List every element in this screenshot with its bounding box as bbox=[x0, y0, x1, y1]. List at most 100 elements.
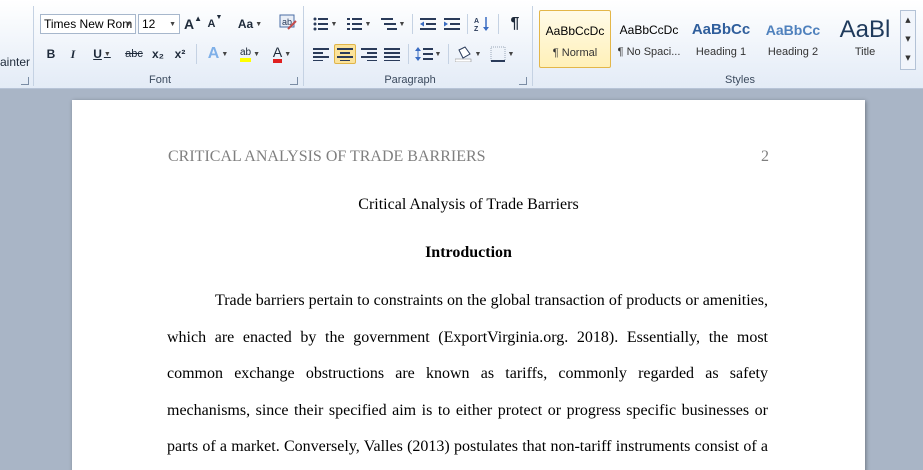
sort-icon: A Z bbox=[474, 17, 489, 32]
separator bbox=[408, 44, 409, 64]
ribbon: ainter Times New Rom ▼ 12 ▼ A ▲ A ▼ Aa ▼ ab… bbox=[0, 0, 923, 89]
style-normal[interactable]: AaBbCcDc ¶ Normal bbox=[539, 10, 611, 68]
body-line: which are enacted by the government (Exp… bbox=[167, 329, 768, 346]
document-title: Critical Analysis of Trade Barriers bbox=[358, 196, 579, 213]
multilevel-list-button[interactable]: ▼ bbox=[379, 14, 407, 34]
font-name-combo[interactable]: Times New Rom ▼ bbox=[40, 14, 136, 34]
format-painter-label: ainter bbox=[0, 55, 31, 69]
styles-gallery-scroll[interactable]: ▲ ▼ ▼ bbox=[900, 10, 916, 70]
justify-button[interactable] bbox=[382, 44, 402, 64]
grow-font-icon: A bbox=[183, 16, 195, 32]
style-preview: AaBbCc bbox=[765, 22, 821, 38]
show-marks-button[interactable]: ¶ bbox=[505, 14, 525, 34]
bullets-icon bbox=[313, 17, 328, 31]
font-color-icon: A bbox=[272, 45, 283, 63]
pilcrow-icon: ¶ bbox=[510, 15, 520, 32]
body-line: Trade barriers pertain to constraints on… bbox=[215, 292, 768, 309]
highlight-icon: ab bbox=[239, 47, 252, 62]
superscript-icon: x² bbox=[174, 47, 186, 61]
decrease-indent-icon bbox=[420, 18, 436, 30]
strikethrough-button[interactable]: abc bbox=[122, 44, 146, 64]
separator bbox=[448, 44, 449, 64]
clear-formatting-icon: ab bbox=[279, 14, 297, 30]
paint-bucket-icon bbox=[454, 46, 471, 62]
separator bbox=[196, 44, 197, 64]
more-styles-icon[interactable]: ▼ bbox=[901, 49, 915, 68]
page-number: 2 bbox=[761, 148, 769, 165]
underline-button[interactable]: U ▼ bbox=[88, 44, 116, 64]
scroll-down-icon[interactable]: ▼ bbox=[901, 30, 915, 49]
highlight-button[interactable]: ab ▼ bbox=[236, 44, 264, 64]
sort-button[interactable]: A Z bbox=[472, 14, 492, 34]
paragraph-group-label: Paragraph bbox=[384, 74, 436, 86]
italic-icon: I bbox=[70, 46, 76, 61]
numbering-button[interactable]: ▼ bbox=[345, 14, 373, 34]
font-size-combo[interactable]: 12 ▼ bbox=[138, 14, 180, 34]
font-dialog-launcher[interactable] bbox=[290, 77, 298, 85]
multilevel-list-icon bbox=[380, 18, 397, 30]
bold-button[interactable]: B bbox=[42, 44, 60, 64]
style-no-spacing[interactable]: AaBbCcDc ¶ No Spaci... bbox=[613, 10, 685, 68]
line-spacing-icon bbox=[414, 47, 433, 61]
align-center-button[interactable] bbox=[334, 44, 356, 64]
clear-formatting-button[interactable]: ab bbox=[278, 12, 298, 32]
bullets-button[interactable]: ▼ bbox=[311, 14, 339, 34]
style-preview: AaBbCcDc bbox=[545, 24, 605, 38]
scroll-up-icon[interactable]: ▲ bbox=[901, 11, 915, 30]
clipboard-dialog-launcher[interactable] bbox=[21, 77, 29, 85]
separator bbox=[412, 14, 413, 34]
separator bbox=[532, 6, 533, 86]
grow-font-button[interactable]: A ▲ bbox=[184, 14, 202, 34]
svg-text:A: A bbox=[474, 18, 479, 25]
chevron-down-icon: ▼ bbox=[125, 21, 132, 28]
style-name: Title bbox=[854, 46, 876, 58]
paragraph-dialog-launcher[interactable] bbox=[519, 77, 527, 85]
subscript-button[interactable]: x₂ bbox=[148, 44, 168, 64]
document-page[interactable]: CRITICAL ANALYSIS OF TRADE BARRIERS 2 Cr… bbox=[72, 100, 865, 470]
separator bbox=[303, 6, 304, 86]
align-left-button[interactable] bbox=[311, 44, 331, 64]
text-effects-button[interactable]: A ▼ bbox=[204, 44, 232, 64]
style-name: ¶ Normal bbox=[552, 47, 598, 59]
decrease-indent-button[interactable] bbox=[418, 14, 438, 34]
strikethrough-icon: abc bbox=[125, 48, 143, 60]
subscript-icon: x₂ bbox=[151, 47, 164, 61]
running-head: CRITICAL ANALYSIS OF TRADE BARRIERS bbox=[168, 148, 486, 165]
bold-icon: B bbox=[46, 47, 56, 61]
font-color-button[interactable]: A ▼ bbox=[268, 44, 296, 64]
font-size-value: 12 bbox=[142, 17, 156, 31]
chevron-down-icon: ▼ bbox=[169, 21, 176, 28]
underline-icon: U bbox=[93, 47, 102, 61]
borders-icon bbox=[490, 46, 506, 62]
separator bbox=[467, 14, 468, 34]
style-name: Heading 2 bbox=[767, 46, 819, 58]
shrink-font-icon: A bbox=[207, 18, 216, 30]
increase-indent-icon bbox=[444, 18, 460, 30]
format-painter-button[interactable]: ainter bbox=[0, 52, 30, 72]
shrink-font-button[interactable]: A ▼ bbox=[206, 14, 224, 34]
style-heading-1[interactable]: AaBbCc Heading 1 bbox=[685, 10, 757, 68]
change-case-icon: Aa bbox=[237, 17, 254, 31]
align-right-button[interactable] bbox=[359, 44, 379, 64]
font-group-label: Font bbox=[148, 74, 171, 86]
font-name-value: Times New Rom bbox=[44, 17, 133, 31]
shading-button[interactable]: ▼ bbox=[453, 44, 483, 64]
change-case-button[interactable]: Aa ▼ bbox=[236, 14, 264, 34]
body-line: mechanisms, since their specified aim is… bbox=[167, 402, 768, 419]
style-name: Heading 1 bbox=[695, 46, 747, 58]
line-spacing-button[interactable]: ▼ bbox=[413, 44, 443, 64]
numbering-icon bbox=[346, 18, 362, 30]
borders-button[interactable]: ▼ bbox=[487, 44, 517, 64]
style-name: ¶ No Spaci... bbox=[617, 46, 681, 58]
text-effects-icon: A bbox=[207, 45, 220, 62]
separator bbox=[33, 6, 34, 86]
style-title[interactable]: AaBl Title bbox=[829, 10, 901, 68]
style-heading-2[interactable]: AaBbCc Heading 2 bbox=[757, 10, 829, 68]
style-preview: AaBbCc bbox=[691, 21, 751, 38]
style-preview: AaBl bbox=[839, 16, 891, 43]
superscript-button[interactable]: x² bbox=[170, 44, 190, 64]
increase-indent-button[interactable] bbox=[442, 14, 462, 34]
styles-group-label: Styles bbox=[725, 74, 755, 86]
section-heading: Introduction bbox=[425, 244, 512, 261]
italic-button[interactable]: I bbox=[64, 44, 82, 64]
